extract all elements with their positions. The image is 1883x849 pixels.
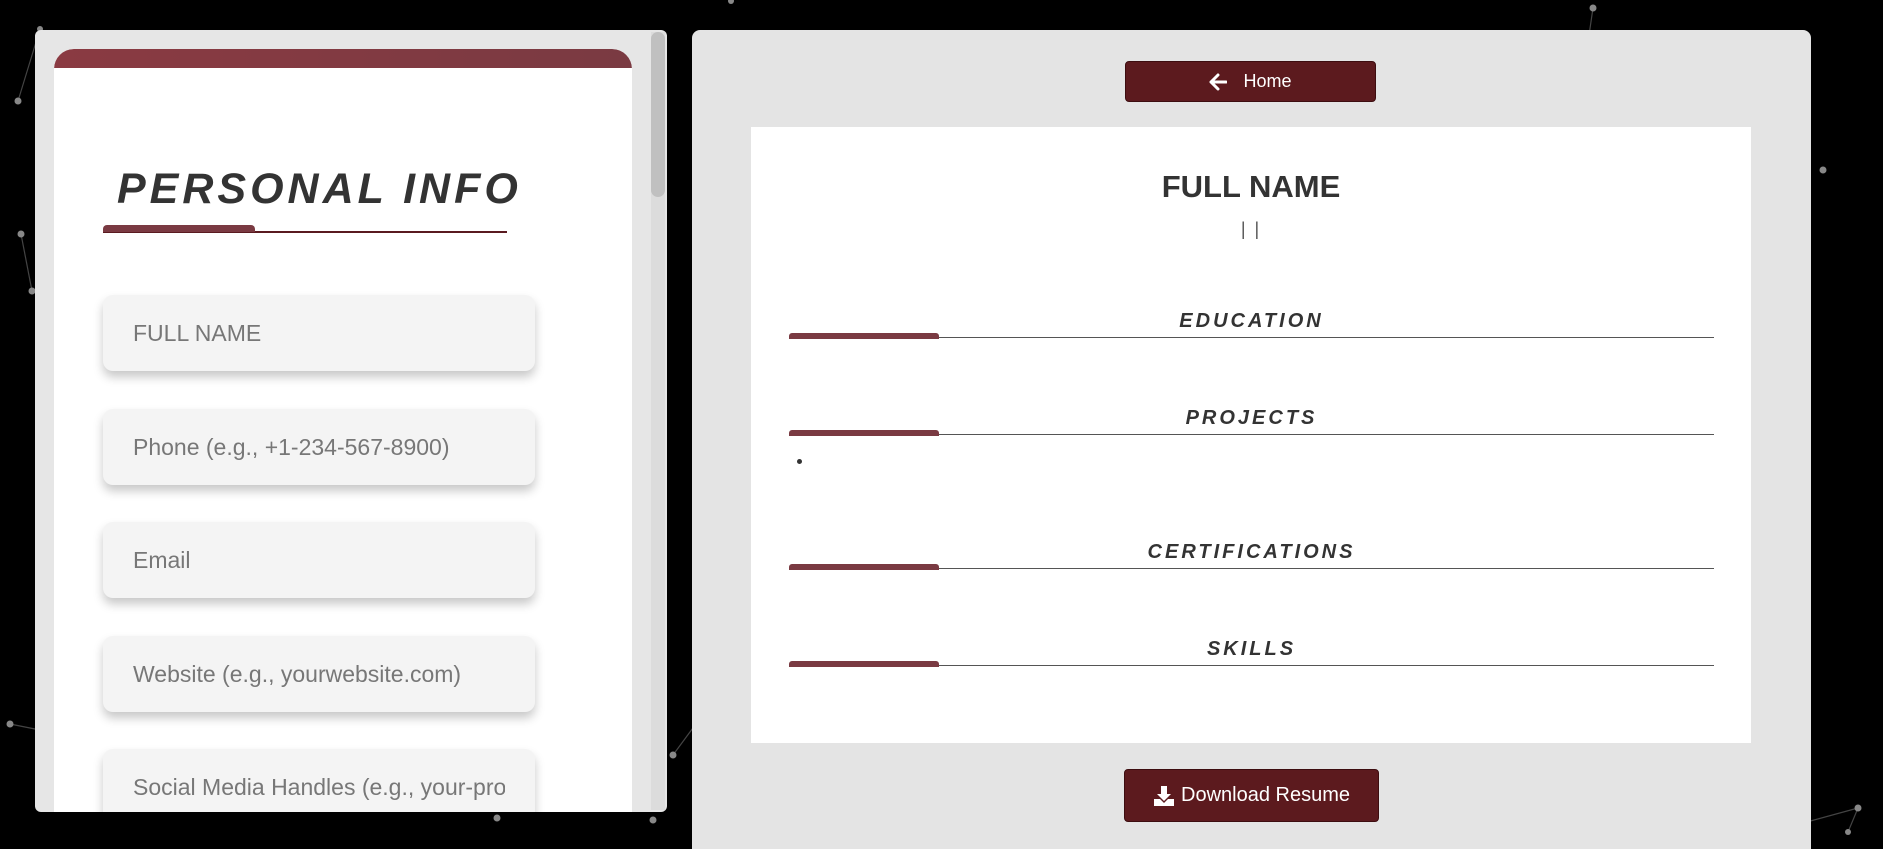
full-name-field[interactable]	[103, 295, 535, 371]
email-field[interactable]	[103, 522, 535, 598]
section-title: PROJECTS	[1185, 407, 1318, 429]
resume-preview-panel: Home FULL NAME | | EDUCATION PROJECTS CE…	[692, 30, 1811, 849]
project-bullet	[797, 459, 802, 464]
section-rule-accent	[789, 430, 939, 436]
website-field[interactable]	[103, 636, 535, 712]
arrow-left-icon	[1209, 73, 1228, 90]
download-icon	[1154, 785, 1174, 806]
scrollbar-thumb[interactable]	[651, 32, 665, 197]
section-certifications: CERTIFICATIONS	[789, 541, 1714, 571]
section-projects: PROJECTS	[789, 407, 1714, 437]
section-title: EDUCATION	[1179, 310, 1324, 332]
download-resume-button[interactable]: Download Resume	[1124, 769, 1379, 822]
section-rule-accent	[789, 661, 939, 667]
section-rule-accent	[789, 564, 939, 570]
section-title: CERTIFICATIONS	[1147, 541, 1356, 563]
download-button-label: Download Resume	[1181, 784, 1350, 806]
resume-page: FULL NAME | | EDUCATION PROJECTS CERTIFI…	[751, 127, 1751, 743]
social-media-field[interactable]	[103, 749, 535, 812]
phone-field[interactable]	[103, 409, 535, 485]
heading-underline-accent	[103, 225, 255, 232]
resume-contact-line: | |	[1240, 219, 1262, 239]
home-button[interactable]: Home	[1125, 61, 1376, 102]
section-skills: SKILLS	[789, 638, 1714, 668]
section-title: SKILLS	[1206, 638, 1297, 660]
form-card: PERSONAL INFO	[54, 49, 632, 812]
section-education: EDUCATION	[789, 310, 1714, 340]
section-rule-accent	[789, 333, 939, 339]
personal-info-heading: PERSONAL INFO	[103, 159, 518, 219]
card-top-accent	[54, 49, 632, 68]
home-button-label: Home	[1243, 71, 1292, 91]
resume-full-name: FULL NAME	[1161, 169, 1341, 204]
personal-info-title: PERSONAL INFO	[117, 164, 522, 213]
personal-info-panel: PERSONAL INFO	[35, 30, 667, 812]
